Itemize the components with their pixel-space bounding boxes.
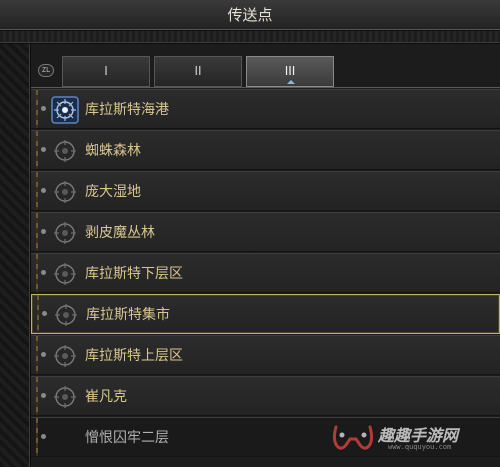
waypoint-row-kurast-bazaar[interactable]: 库拉斯特集市 (31, 294, 500, 334)
row-pin (41, 229, 46, 234)
waypoint-row-lower-kurast[interactable]: 库拉斯特下层区 (31, 253, 500, 293)
gamepad-logo-icon (332, 425, 374, 450)
waypoint-row-upper-kurast[interactable]: 库拉斯特上层区 (31, 335, 500, 375)
waypoint-icon (55, 304, 77, 326)
row-pin (41, 106, 46, 111)
waypoint-row-flayer-jungle[interactable]: 剥皮魔丛林 (31, 212, 500, 252)
waypoint-icon (54, 345, 76, 367)
waypoint-name: 库拉斯特海港 (85, 102, 169, 118)
left-frame-border (0, 44, 30, 467)
waypoint-name: 庞大湿地 (85, 184, 141, 200)
tab-act-1[interactable]: I (62, 56, 150, 87)
tab-act-2[interactable]: II (154, 56, 242, 87)
waypoint-icon (54, 222, 76, 244)
row-pin (41, 393, 46, 398)
waypoint-name: 库拉斯特下层区 (85, 266, 183, 282)
row-pin (41, 188, 46, 193)
waypoint-row-kurast-docks[interactable]: 库拉斯特海港 (31, 89, 500, 129)
watermark-url: www.ququyou.com (388, 443, 452, 451)
waypoint-active-icon (51, 96, 79, 124)
row-pin (41, 147, 46, 152)
waypoint-name: 崔凡克 (85, 389, 127, 405)
waypoint-name: 憎恨囚牢二层 (85, 430, 169, 446)
waypoint-row-travincal[interactable]: 崔凡克 (31, 376, 500, 416)
waypoint-icon (54, 140, 76, 162)
title-bar: 传送点 (0, 0, 500, 30)
waypoint-icon (54, 386, 76, 408)
waypoint-icon (54, 181, 76, 203)
site-watermark: 趣趣手游网 www.ququyou.com (330, 421, 490, 455)
waypoint-name: 库拉斯特集市 (86, 307, 170, 323)
waypoint-name: 蜘蛛森林 (85, 143, 141, 159)
waypoint-list: 库拉斯特海港 蜘蛛森林 庞大湿地 剥皮魔丛林 库拉斯特下层区 库拉斯特集市 库拉… (31, 89, 500, 467)
row-pin (41, 434, 46, 439)
waypoint-name: 库拉斯特上层区 (85, 348, 183, 364)
waypoint-row-great-marsh[interactable]: 庞大湿地 (31, 171, 500, 211)
row-pin (42, 311, 47, 316)
row-pin (41, 270, 46, 275)
map-badge-icon: ZL (38, 64, 54, 77)
waypoint-row-spider-forest[interactable]: 蜘蛛森林 (31, 130, 500, 170)
tab-act-3[interactable]: III (246, 56, 334, 87)
act-tab-bar: ZL I II III (31, 52, 500, 88)
row-pin (41, 352, 46, 357)
title-divider (0, 31, 500, 43)
waypoint-icon (54, 263, 76, 285)
waypoint-name: 剥皮魔丛林 (85, 225, 155, 241)
window-title: 传送点 (227, 6, 273, 24)
